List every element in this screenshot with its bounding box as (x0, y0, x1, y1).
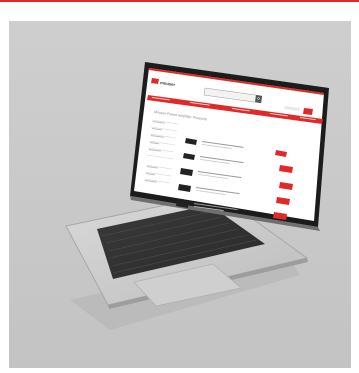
cart-button[interactable] (303, 108, 313, 115)
search-button[interactable] (255, 95, 262, 103)
top-accent-line (0, 0, 359, 2)
laptop-scene: mouser Mouser Power Amplifier Products (9, 21, 351, 368)
product-photo: mouser Mouser Power Amplifier Products (9, 21, 351, 368)
